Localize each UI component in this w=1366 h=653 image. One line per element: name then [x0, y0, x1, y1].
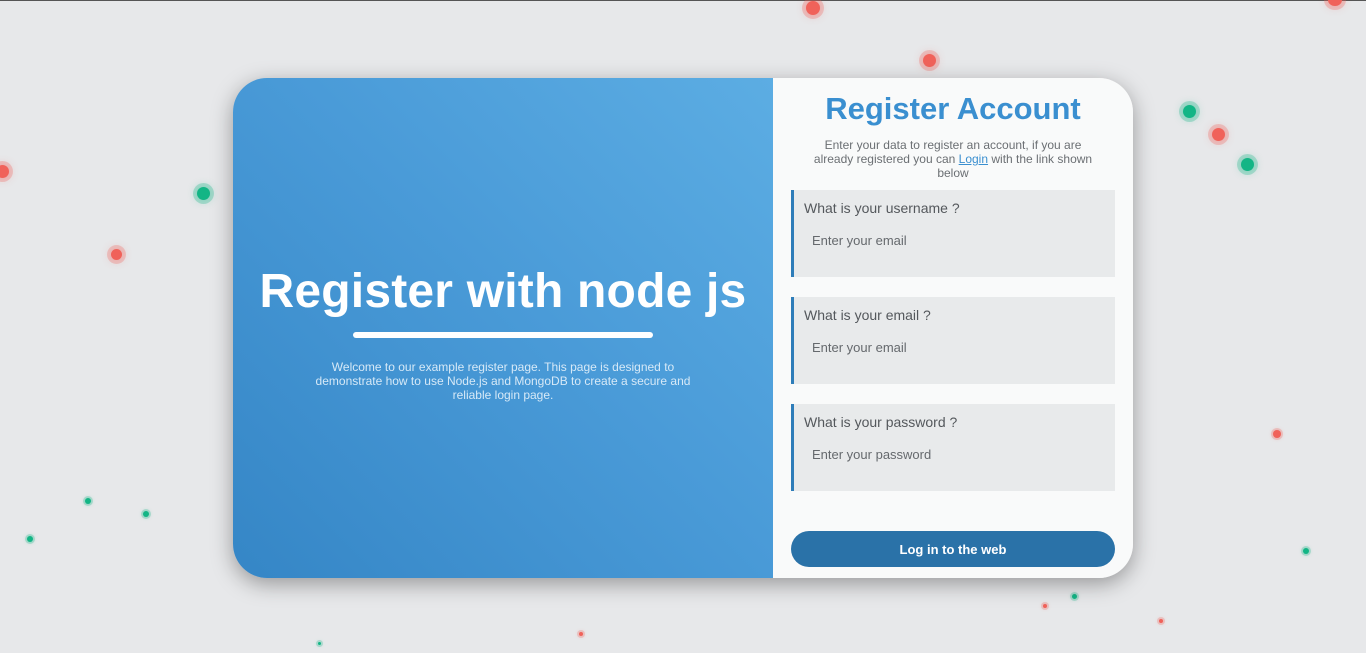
email-field-group: What is your email ? — [791, 297, 1115, 385]
register-card: Register with node js Welcome to our exa… — [233, 78, 1133, 578]
particle-dot — [1072, 594, 1077, 599]
password-input[interactable] — [812, 444, 1102, 465]
particle-dot — [1303, 548, 1309, 554]
password-field-group: What is your password ? — [791, 404, 1115, 492]
particle-dot — [1159, 619, 1163, 623]
particle-dot — [923, 54, 936, 67]
email-input[interactable] — [812, 337, 1102, 358]
particle-dot — [1273, 430, 1281, 438]
form-intro: Enter your data to register an account, … — [808, 138, 1098, 180]
username-label: What is your username ? — [804, 200, 960, 217]
username-field-group: What is your username ? — [791, 190, 1115, 278]
particle-dot — [1328, 0, 1342, 6]
particle-dot — [1043, 604, 1047, 608]
hero-underline — [353, 332, 653, 338]
particle-dot — [318, 642, 321, 645]
particle-dot — [1183, 105, 1196, 118]
hero-title: Register with node js — [259, 265, 747, 318]
particle-dot — [806, 1, 820, 15]
particle-dot — [197, 187, 210, 200]
particle-dot — [579, 632, 583, 636]
hero-description: Welcome to our example register page. Th… — [315, 360, 691, 402]
hero-panel: Register with node js Welcome to our exa… — [233, 78, 773, 578]
submit-button[interactable]: Log in to the web — [791, 531, 1115, 568]
window-top-border — [0, 0, 1366, 1]
email-label: What is your email ? — [804, 307, 931, 324]
username-input[interactable] — [812, 230, 1102, 251]
particle-dot — [85, 498, 91, 504]
particle-dot — [27, 536, 33, 542]
register-form-panel: Register Account Enter your data to regi… — [773, 78, 1133, 578]
particle-dot — [143, 511, 149, 517]
particle-dot — [1212, 128, 1225, 141]
password-label: What is your password ? — [804, 414, 958, 431]
particle-dot — [111, 249, 122, 260]
particle-dot — [0, 165, 9, 178]
login-link[interactable]: Login — [959, 152, 988, 166]
particle-dot — [1241, 158, 1254, 171]
form-title: Register Account — [825, 91, 1081, 126]
